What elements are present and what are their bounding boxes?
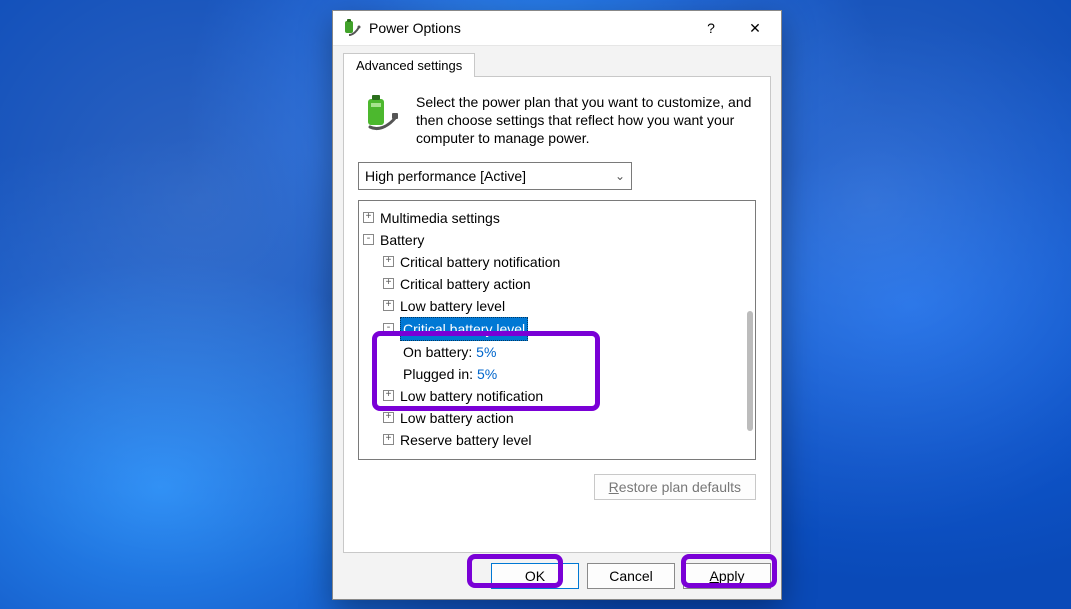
power-plan-selected: High performance [Active]	[365, 168, 526, 184]
power-options-dialog: Power Options ? ✕ Advanced settings Sele…	[332, 10, 782, 600]
battery-plug-icon	[343, 19, 361, 37]
expand-icon[interactable]: +	[363, 212, 374, 223]
tab-strip: Advanced settings	[333, 46, 781, 76]
power-plan-icon	[358, 93, 402, 137]
titlebar: Power Options ? ✕	[333, 11, 781, 46]
dialog-button-row: OK Cancel Apply	[333, 553, 781, 599]
restore-defaults-button: Restore plan defaults	[594, 474, 756, 500]
tree-node-low-action[interactable]: + Low battery action	[363, 407, 751, 429]
tree-node-low-level[interactable]: + Low battery level	[363, 295, 751, 317]
scrollbar-thumb[interactable]	[747, 311, 753, 431]
tree-node-reserve-level[interactable]: + Reserve battery level	[363, 429, 751, 451]
collapse-icon[interactable]: -	[363, 234, 374, 245]
close-button[interactable]: ✕	[733, 13, 777, 43]
tree-node-battery[interactable]: - Battery	[363, 229, 751, 251]
chevron-down-icon: ⌄	[615, 169, 625, 183]
plugged-in-value[interactable]: 5%	[477, 363, 497, 385]
expand-icon[interactable]: +	[383, 278, 394, 289]
tab-page: Select the power plan that you want to c…	[343, 76, 771, 553]
tree-node-critical-level-label: Critical battery level	[400, 317, 528, 341]
intro-text: Select the power plan that you want to c…	[416, 93, 756, 148]
expand-icon[interactable]: +	[383, 412, 394, 423]
cancel-button[interactable]: Cancel	[587, 563, 675, 589]
expand-icon[interactable]: +	[383, 256, 394, 267]
close-icon: ✕	[749, 20, 761, 37]
settings-tree[interactable]: + Multimedia settings - Battery + Critic…	[358, 200, 756, 460]
power-plan-select[interactable]: High performance [Active] ⌄	[358, 162, 632, 190]
window-title: Power Options	[369, 20, 689, 36]
intro-row: Select the power plan that you want to c…	[358, 93, 756, 148]
tab-advanced-settings[interactable]: Advanced settings	[343, 53, 475, 77]
tree-node-multimedia[interactable]: + Multimedia settings	[363, 207, 751, 229]
tree-node-critical-level[interactable]: - Critical battery level	[363, 317, 751, 341]
expand-icon[interactable]: +	[383, 300, 394, 311]
tree-leaf-on-battery[interactable]: On battery: 5%	[363, 341, 751, 363]
apply-button[interactable]: Apply	[683, 563, 771, 589]
tree-node-critical-notification[interactable]: + Critical battery notification	[363, 251, 751, 273]
collapse-icon[interactable]: -	[383, 323, 394, 334]
expand-icon[interactable]: +	[383, 434, 394, 445]
tree-leaf-plugged-in[interactable]: Plugged in: 5%	[363, 363, 751, 385]
tree-node-critical-action[interactable]: + Critical battery action	[363, 273, 751, 295]
ok-button[interactable]: OK	[491, 563, 579, 589]
help-button[interactable]: ?	[689, 13, 733, 43]
expand-icon[interactable]: +	[383, 390, 394, 401]
tree-node-low-notification[interactable]: + Low battery notification	[363, 385, 751, 407]
on-battery-value[interactable]: 5%	[476, 341, 496, 363]
